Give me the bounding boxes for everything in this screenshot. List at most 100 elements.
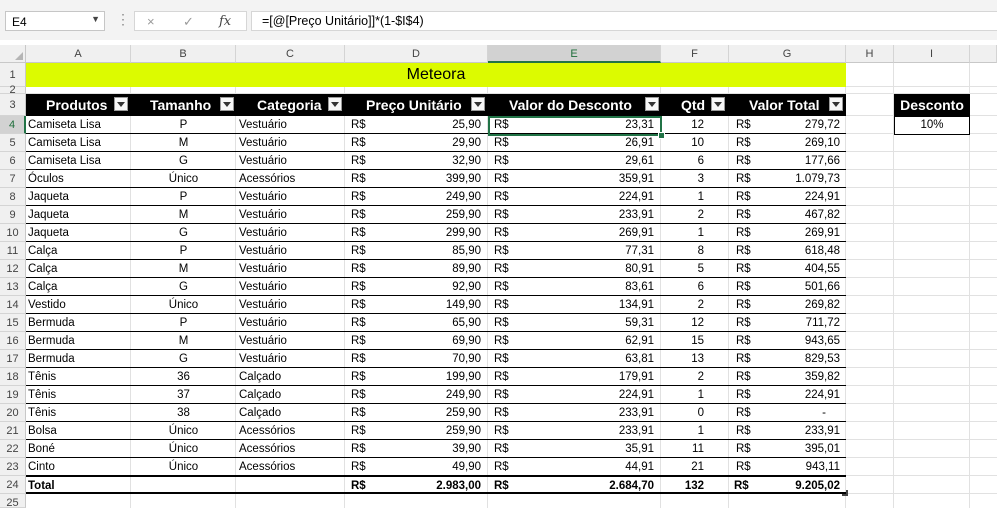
cell-total[interactable]: 269,91 xyxy=(805,224,840,242)
cell-tamanho[interactable]: M xyxy=(131,206,236,224)
cell-categoria[interactable]: Vestuário xyxy=(239,206,287,224)
table-resize-handle[interactable] xyxy=(842,490,848,496)
row-header-19[interactable]: 19 xyxy=(0,386,26,404)
cell-qtd[interactable]: 6 xyxy=(698,278,704,296)
row-header-10[interactable]: 10 xyxy=(0,224,26,242)
cell-qtd[interactable]: 1 xyxy=(698,386,704,404)
cell-desconto[interactable]: 62,91 xyxy=(625,332,654,350)
cell-produto[interactable]: Jaqueta xyxy=(28,188,69,206)
cell-categoria[interactable]: Vestuário xyxy=(239,278,287,296)
cell-preco[interactable]: 32,90 xyxy=(452,152,481,170)
row-header-3[interactable]: 3 xyxy=(0,94,26,116)
cell-categoria[interactable]: Calçado xyxy=(239,386,281,404)
column-header-a[interactable]: A xyxy=(26,45,131,63)
cell-tamanho[interactable]: P xyxy=(131,314,236,332)
cell-categoria[interactable]: Acessórios xyxy=(239,458,295,476)
filter-dropdown-icon[interactable] xyxy=(328,97,342,111)
cell-produto[interactable]: Boné xyxy=(28,440,55,458)
cell-tamanho[interactable]: M xyxy=(131,134,236,152)
cell-tamanho[interactable]: P xyxy=(131,116,236,134)
cell-desconto[interactable]: 359,91 xyxy=(619,170,654,188)
cell-qtd[interactable]: 15 xyxy=(691,332,704,350)
row-header-20[interactable]: 20 xyxy=(0,404,26,422)
row-header-13[interactable]: 13 xyxy=(0,278,26,296)
cell-preco[interactable]: 85,90 xyxy=(452,242,481,260)
filter-dropdown-icon[interactable] xyxy=(471,97,485,111)
filter-dropdown-icon[interactable] xyxy=(711,97,725,111)
cell-produto[interactable]: Jaqueta xyxy=(28,206,69,224)
cell-preco[interactable]: 89,90 xyxy=(452,260,481,278)
total-label[interactable]: Total xyxy=(28,477,55,495)
cell-produto[interactable]: Tênis xyxy=(28,386,56,404)
cell-qtd[interactable]: 0 xyxy=(698,404,704,422)
row-header-22[interactable]: 22 xyxy=(0,440,26,458)
cell-preco[interactable]: 70,90 xyxy=(452,350,481,368)
name-box[interactable]: E4 ▼ xyxy=(5,11,105,31)
cell-qtd[interactable]: 1 xyxy=(698,422,704,440)
total-preco[interactable]: 2.983,00 xyxy=(436,477,481,495)
cell-tamanho[interactable]: G xyxy=(131,224,236,242)
row-header-7[interactable]: 7 xyxy=(0,170,26,188)
row-header-9[interactable]: 9 xyxy=(0,206,26,224)
header-preco-unitario[interactable]: Preço Unitário xyxy=(366,94,462,116)
row-header-15[interactable]: 15 xyxy=(0,314,26,332)
header-tamanho[interactable]: Tamanho xyxy=(150,94,211,116)
cell-qtd[interactable]: 13 xyxy=(691,350,704,368)
cell-qtd[interactable]: 8 xyxy=(698,242,704,260)
row-header-11[interactable]: 11 xyxy=(0,242,26,260)
discount-value[interactable]: 10% xyxy=(894,116,970,135)
row-header-6[interactable]: 6 xyxy=(0,152,26,170)
cell-desconto[interactable]: 269,91 xyxy=(619,224,654,242)
cell-total[interactable]: 395,01 xyxy=(805,440,840,458)
select-all-button[interactable] xyxy=(0,45,26,63)
cell-tamanho[interactable]: Único xyxy=(131,440,236,458)
cell-tamanho[interactable]: Único xyxy=(131,458,236,476)
header-valor-total[interactable]: Valor Total xyxy=(749,94,820,116)
cell-categoria[interactable]: Vestuário xyxy=(239,350,287,368)
total-qtd[interactable]: 132 xyxy=(685,477,704,495)
row-header-21[interactable]: 21 xyxy=(0,422,26,440)
cell-produto[interactable]: Calça xyxy=(28,260,57,278)
cell-qtd[interactable]: 2 xyxy=(698,206,704,224)
cell-desconto[interactable]: 224,91 xyxy=(619,188,654,206)
cell-tamanho[interactable]: 37 xyxy=(131,386,236,404)
header-categoria[interactable]: Categoria xyxy=(257,94,322,116)
cell-produto[interactable]: Bolsa xyxy=(28,422,57,440)
cell-desconto[interactable]: 224,91 xyxy=(619,386,654,404)
cell-total[interactable]: 359,82 xyxy=(805,368,840,386)
active-cell-border[interactable] xyxy=(488,116,662,136)
filter-dropdown-icon[interactable] xyxy=(220,97,234,111)
cell-tamanho[interactable]: 38 xyxy=(131,404,236,422)
cell-total[interactable]: 269,10 xyxy=(805,134,840,152)
column-header-b[interactable]: B xyxy=(131,45,236,63)
cell-qtd[interactable]: 5 xyxy=(698,260,704,278)
cell-preco[interactable]: 149,90 xyxy=(446,296,481,314)
cell-qtd[interactable]: 12 xyxy=(691,116,704,134)
row-header-16[interactable]: 16 xyxy=(0,332,26,350)
cell-desconto[interactable]: 233,91 xyxy=(619,404,654,422)
cell-total[interactable]: 224,91 xyxy=(805,386,840,404)
row-header-4[interactable]: 4 xyxy=(0,116,26,134)
cell-desconto[interactable]: 63,81 xyxy=(625,350,654,368)
cell-qtd[interactable]: 1 xyxy=(698,224,704,242)
cell-preco[interactable]: 299,90 xyxy=(446,224,481,242)
cell-qtd[interactable]: 2 xyxy=(698,296,704,314)
discount-header[interactable]: Desconto xyxy=(894,94,970,116)
cell-categoria[interactable]: Vestuário xyxy=(239,188,287,206)
cell-produto[interactable]: Cinto xyxy=(28,458,55,476)
cell-preco[interactable]: 39,90 xyxy=(452,440,481,458)
cell-desconto[interactable]: 134,91 xyxy=(619,296,654,314)
total-valor[interactable]: 9.205,02 xyxy=(795,477,840,495)
cell-categoria[interactable]: Vestuário xyxy=(239,242,287,260)
cell-produto[interactable]: Camiseta Lisa xyxy=(28,152,101,170)
cell-total[interactable]: 404,55 xyxy=(805,260,840,278)
cell-preco[interactable]: 259,90 xyxy=(446,422,481,440)
cell-total[interactable]: 618,48 xyxy=(805,242,840,260)
cell-produto[interactable]: Calça xyxy=(28,278,57,296)
cell-tamanho[interactable]: M xyxy=(131,260,236,278)
cell-total[interactable]: 943,11 xyxy=(806,458,840,476)
insert-function-icon[interactable]: fx xyxy=(219,14,231,29)
sheet-title[interactable]: Meteora xyxy=(26,63,846,87)
cell-qtd[interactable]: 12 xyxy=(691,314,704,332)
cell-desconto[interactable]: 233,91 xyxy=(619,206,654,224)
